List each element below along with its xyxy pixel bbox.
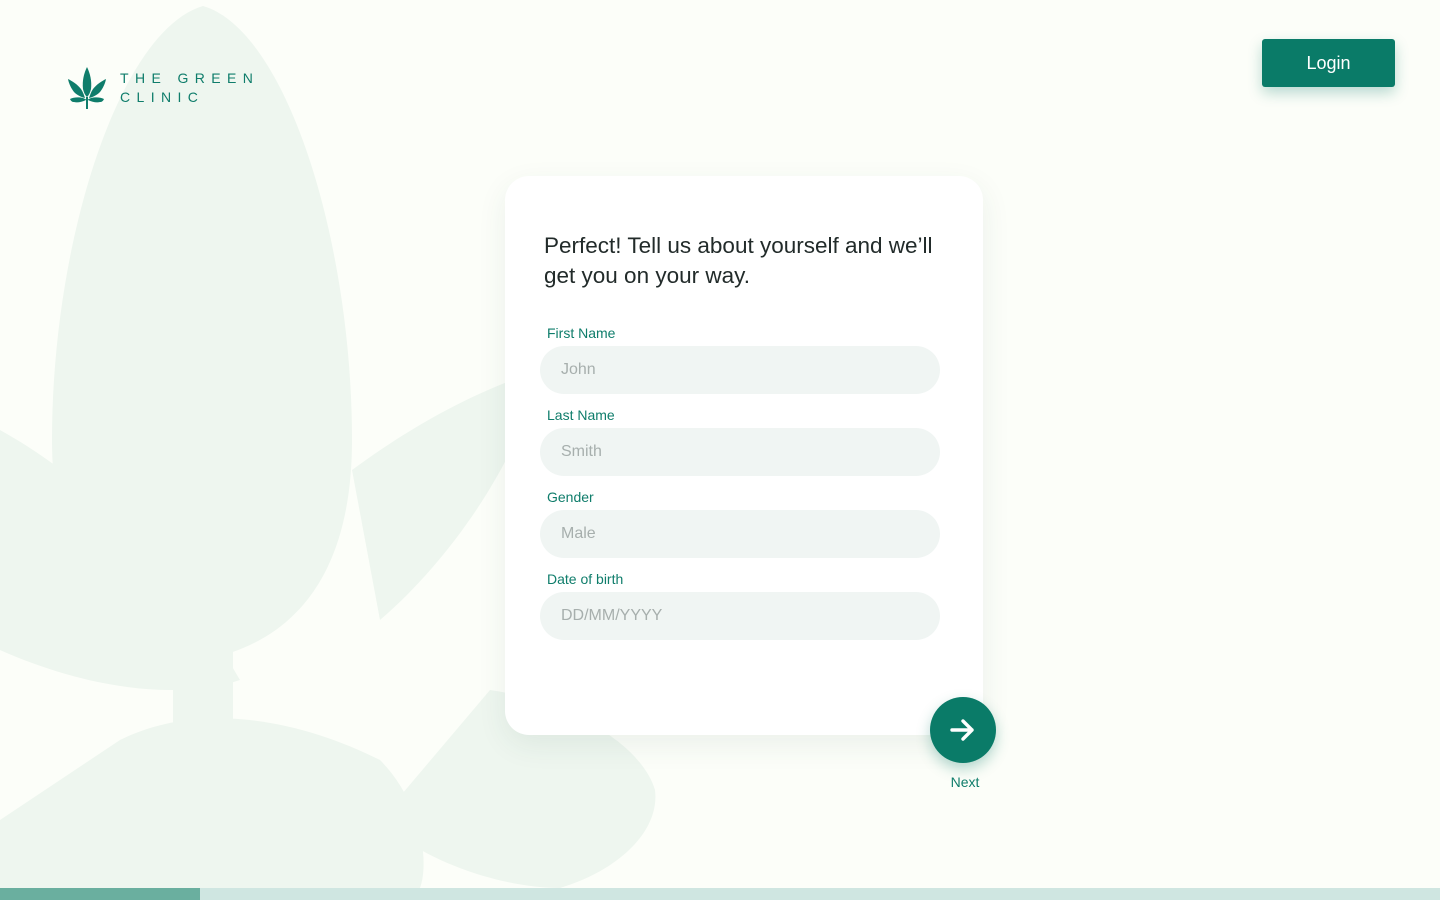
date-of-birth-label: Date of birth (547, 571, 624, 587)
cannabis-leaf-icon (68, 67, 106, 109)
last-name-label: Last Name (547, 407, 615, 423)
brand-name: THE GREEN CLINIC (120, 69, 259, 107)
arrow-right-icon (950, 719, 974, 741)
next-label: Next (950, 774, 980, 790)
brand-name-line2: CLINIC (120, 89, 205, 105)
gender-label: Gender (547, 489, 594, 505)
progress-bar-fill (0, 888, 201, 900)
gender-input[interactable] (540, 510, 940, 558)
date-of-birth-input[interactable] (540, 592, 940, 640)
first-name-input[interactable] (540, 346, 940, 394)
brand-logo[interactable]: THE GREEN CLINIC (68, 67, 259, 109)
progress-bar (0, 888, 1440, 900)
form-heading: Perfect! Tell us about yourself and we’l… (544, 233, 933, 288)
login-button[interactable]: Login (1262, 39, 1395, 87)
brand-name-line1: THE GREEN (120, 70, 260, 86)
next-button[interactable] (930, 697, 996, 763)
signup-form-card: Perfect! Tell us about yourself and we’l… (505, 176, 983, 735)
last-name-input[interactable] (540, 428, 940, 476)
first-name-label: First Name (547, 325, 616, 341)
